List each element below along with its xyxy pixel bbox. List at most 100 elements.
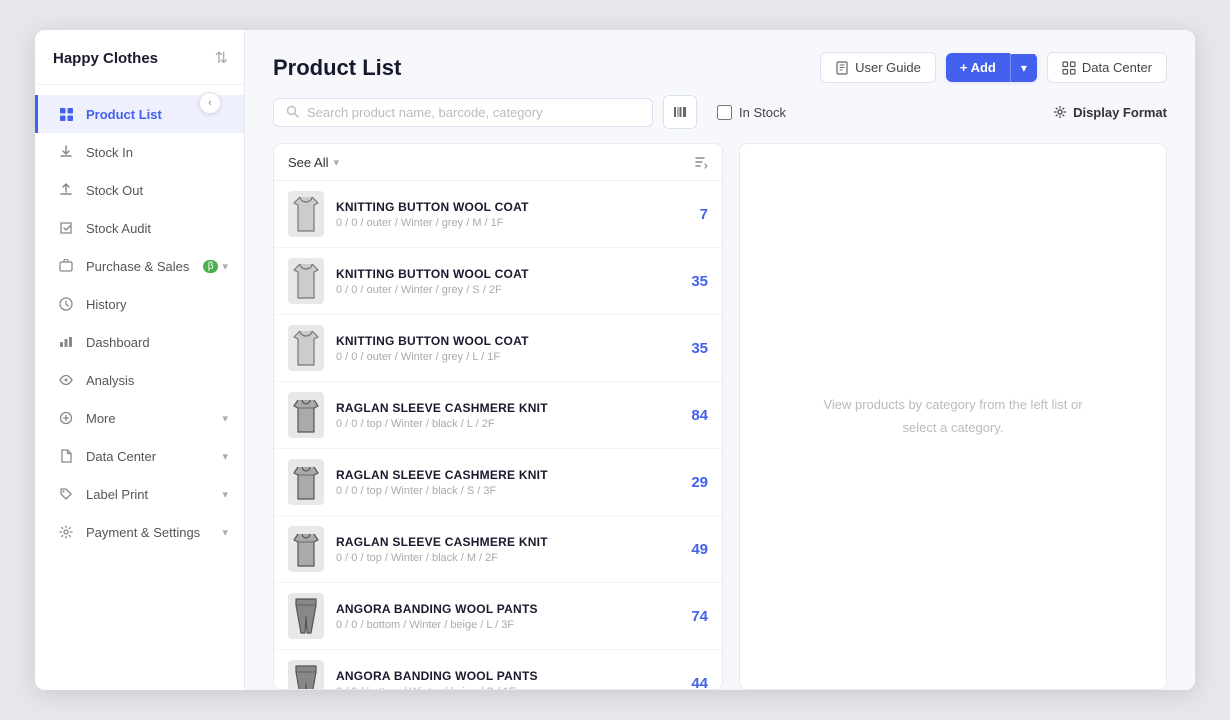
- product-count: 44: [676, 675, 708, 690]
- data-center-button[interactable]: Data Center: [1047, 52, 1167, 83]
- header-actions: User Guide + Add ▾: [820, 52, 1167, 83]
- sort-icon: [692, 154, 708, 170]
- sidebar-item-label: Label Print: [86, 487, 218, 502]
- sidebar-item-label: Analysis: [86, 373, 228, 388]
- add-main-button[interactable]: + Add: [946, 53, 1010, 82]
- eye-icon: [56, 370, 76, 390]
- in-stock-checkbox[interactable]: [717, 105, 732, 120]
- list-toolbar: See All ▾: [274, 144, 722, 181]
- see-all-button[interactable]: See All ▾: [288, 155, 339, 170]
- tag-icon: [56, 484, 76, 504]
- sidebar-item-history[interactable]: History: [35, 285, 244, 323]
- product-item[interactable]: RAGLAN SLEEVE CASHMERE KNIT 0 / 0 / top …: [274, 382, 722, 449]
- display-format-label: Display Format: [1073, 105, 1167, 120]
- product-items-list: KNITTING BUTTON WOOL COAT 0 / 0 / outer …: [274, 181, 722, 689]
- product-count: 29: [676, 474, 708, 491]
- product-count: 49: [676, 541, 708, 558]
- product-item[interactable]: ANGORA BANDING WOOL PANTS 0 / 0 / bottom…: [274, 650, 722, 689]
- in-stock-filter[interactable]: In Stock: [717, 105, 786, 120]
- product-info: RAGLAN SLEEVE CASHMERE KNIT 0 / 0 / top …: [336, 468, 676, 497]
- in-stock-label: In Stock: [739, 105, 786, 120]
- product-thumbnail: [288, 660, 324, 689]
- download-icon: [56, 142, 76, 162]
- search-icon: [286, 105, 300, 119]
- product-sub: 0 / 0 / top / Winter / black / L / 2F: [336, 418, 676, 430]
- sidebar-item-data-center[interactable]: Data Center ▾: [35, 437, 244, 475]
- product-thumbnail: [288, 392, 324, 438]
- audit-icon: [56, 218, 76, 238]
- history-icon: [56, 294, 76, 314]
- sidebar-item-analysis[interactable]: Analysis: [35, 361, 244, 399]
- sidebar-item-label: History: [86, 297, 228, 312]
- sidebar-item-stock-audit[interactable]: Stock Audit: [35, 209, 244, 247]
- data-center-label: Data Center: [1082, 60, 1152, 75]
- display-format-button[interactable]: Display Format: [1053, 105, 1167, 120]
- product-name: KNITTING BUTTON WOOL COAT: [336, 267, 676, 281]
- product-item[interactable]: RAGLAN SLEEVE CASHMERE KNIT 0 / 0 / top …: [274, 516, 722, 583]
- sidebar-nav: Product List Stock In Stock Out: [35, 85, 244, 690]
- brand-menu-icon[interactable]: ⇅: [215, 48, 228, 68]
- sidebar-item-label: Stock Out: [86, 183, 228, 198]
- product-item[interactable]: KNITTING BUTTON WOOL COAT 0 / 0 / outer …: [274, 248, 722, 315]
- product-info: KNITTING BUTTON WOOL COAT 0 / 0 / outer …: [336, 267, 676, 296]
- add-dropdown-button[interactable]: ▾: [1010, 54, 1037, 82]
- product-thumbnail: [288, 258, 324, 304]
- product-sub: 0 / 0 / top / Winter / black / S / 3F: [336, 485, 676, 497]
- right-panel-empty-text: View products by category from the left …: [823, 394, 1082, 438]
- sidebar-item-label: Dashboard: [86, 335, 228, 350]
- product-info: ANGORA BANDING WOOL PANTS 0 / 0 / bottom…: [336, 602, 676, 631]
- product-item[interactable]: ANGORA BANDING WOOL PANTS 0 / 0 / bottom…: [274, 583, 722, 650]
- sort-button[interactable]: [692, 154, 708, 170]
- sidebar-item-label: Payment & Settings: [86, 525, 218, 540]
- product-name: ANGORA BANDING WOOL PANTS: [336, 602, 676, 616]
- toolbar: In Stock Display Format: [245, 95, 1195, 143]
- chevron-down-icon: ▾: [333, 156, 339, 169]
- upload-icon: [56, 180, 76, 200]
- chevron-down-icon: ▾: [222, 450, 228, 463]
- product-sub: 0 / 0 / bottom / Winter / beige / L / 3F: [336, 619, 676, 631]
- product-count: 35: [676, 273, 708, 290]
- product-count: 74: [676, 608, 708, 625]
- product-list-panel: See All ▾: [273, 143, 723, 690]
- sidebar-item-more[interactable]: More ▾: [35, 399, 244, 437]
- product-item[interactable]: RAGLAN SLEEVE CASHMERE KNIT 0 / 0 / top …: [274, 449, 722, 516]
- product-item[interactable]: KNITTING BUTTON WOOL COAT 0 / 0 / outer …: [274, 315, 722, 382]
- scan-button[interactable]: [663, 95, 697, 129]
- search-box: [273, 98, 653, 127]
- main-header: Product List User Guide + Add ▾: [245, 30, 1195, 95]
- sidebar-item-purchase-sales[interactable]: Purchase & Sales β ▾: [35, 247, 244, 285]
- sidebar-item-dashboard[interactable]: Dashboard: [35, 323, 244, 361]
- chevron-down-icon: ▾: [222, 260, 228, 273]
- purchase-icon: [56, 256, 76, 276]
- sidebar-item-stock-out[interactable]: Stock Out: [35, 171, 244, 209]
- chevron-down-icon: ▾: [222, 412, 228, 425]
- product-name: RAGLAN SLEEVE CASHMERE KNIT: [336, 535, 676, 549]
- user-guide-label: User Guide: [855, 60, 921, 75]
- add-label: + Add: [960, 60, 996, 75]
- sidebar-item-stock-in[interactable]: Stock In: [35, 133, 244, 171]
- bar-chart-icon: [56, 332, 76, 352]
- product-thumbnail: [288, 593, 324, 639]
- gear-icon: [56, 522, 76, 542]
- product-info: ANGORA BANDING WOOL PANTS 0 / 0 / bottom…: [336, 669, 676, 690]
- sidebar-item-label: Purchase & Sales: [86, 259, 199, 274]
- right-panel: View products by category from the left …: [739, 143, 1167, 690]
- product-sub: 0 / 0 / bottom / Winter / beige / S / 1F: [336, 686, 676, 690]
- sidebar-item-label-print[interactable]: Label Print ▾: [35, 475, 244, 513]
- beta-badge: β: [203, 260, 219, 273]
- user-guide-button[interactable]: User Guide: [820, 52, 936, 83]
- sidebar-item-payment-settings[interactable]: Payment & Settings ▾: [35, 513, 244, 551]
- product-name: KNITTING BUTTON WOOL COAT: [336, 334, 676, 348]
- product-count: 35: [676, 340, 708, 357]
- book-icon: [835, 61, 849, 75]
- product-name: ANGORA BANDING WOOL PANTS: [336, 669, 676, 683]
- sidebar-item-label: Data Center: [86, 449, 218, 464]
- product-name: RAGLAN SLEEVE CASHMERE KNIT: [336, 401, 676, 415]
- product-info: RAGLAN SLEEVE CASHMERE KNIT 0 / 0 / top …: [336, 535, 676, 564]
- search-input[interactable]: [307, 105, 640, 120]
- content-area: See All ▾: [245, 143, 1195, 690]
- product-item[interactable]: KNITTING BUTTON WOOL COAT 0 / 0 / outer …: [274, 181, 722, 248]
- add-button-group: + Add ▾: [946, 53, 1037, 82]
- sidebar-collapse-button[interactable]: ‹: [199, 92, 221, 114]
- product-sub: 0 / 0 / outer / Winter / grey / M / 1F: [336, 217, 676, 229]
